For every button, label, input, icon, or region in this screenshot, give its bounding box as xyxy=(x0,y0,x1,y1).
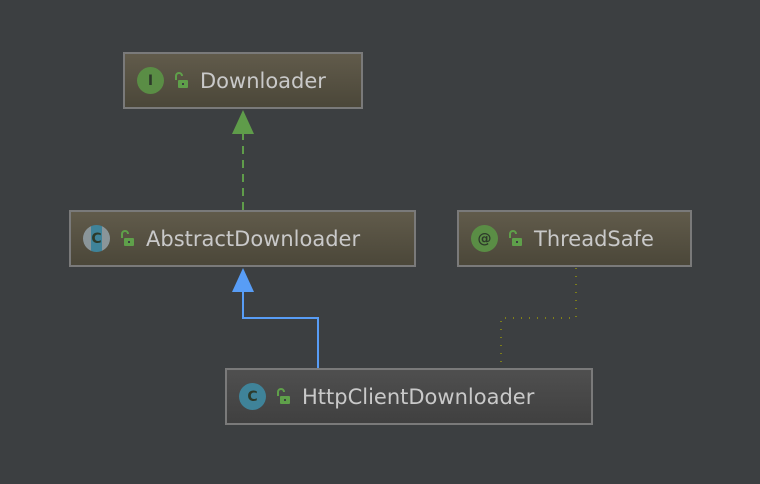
public-lock-icon xyxy=(277,387,290,404)
node-label: HttpClientDownloader xyxy=(302,384,535,409)
implements-arrowhead xyxy=(232,110,254,134)
annotation-edge xyxy=(500,268,577,366)
public-lock-icon xyxy=(175,71,188,88)
annotation-icon: @ xyxy=(471,225,498,252)
node-label: ThreadSafe xyxy=(534,226,654,251)
extends-edge xyxy=(242,290,319,368)
node-label: Downloader xyxy=(200,68,326,93)
abstract-class-icon: C xyxy=(83,225,110,252)
class-icon: C xyxy=(239,383,266,410)
interface-icon: I xyxy=(137,67,164,94)
public-lock-icon xyxy=(509,229,522,246)
node-http-client-downloader[interactable]: C HttpClientDownloader xyxy=(225,368,593,425)
node-abstract-downloader[interactable]: C AbstractDownloader xyxy=(69,210,416,267)
extends-arrowhead xyxy=(232,268,254,292)
node-thread-safe[interactable]: @ ThreadSafe xyxy=(457,210,692,267)
node-label: AbstractDownloader xyxy=(146,226,361,251)
public-lock-icon xyxy=(121,229,134,246)
node-downloader[interactable]: I Downloader xyxy=(123,52,363,109)
